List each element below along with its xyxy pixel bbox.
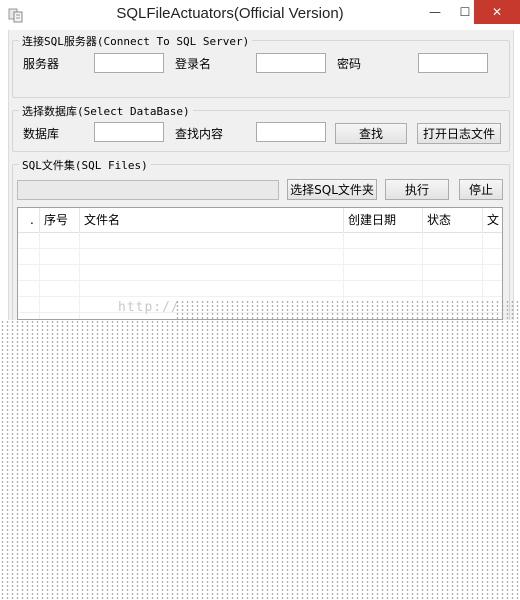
password-input[interactable] (418, 53, 488, 73)
server-input[interactable] (94, 53, 164, 73)
open-log-button[interactable]: 打开日志文件 (417, 123, 501, 144)
grid-header: . 序号 文件名 创建日期 状态 文 (18, 208, 502, 233)
table-row[interactable] (18, 248, 502, 265)
connect-group-legend: 连接SQL服务器(Connect To SQL Server) (19, 33, 253, 49)
folder-path-field[interactable] (17, 180, 279, 200)
table-row[interactable] (18, 280, 502, 297)
col-filename[interactable]: 文件名 (80, 208, 344, 232)
connect-group: 连接SQL服务器(Connect To SQL Server) 服务器 登录名 … (12, 33, 510, 98)
col-more[interactable]: 文 (483, 208, 502, 232)
find-button[interactable]: 查找 (335, 123, 407, 144)
col-seq[interactable]: 序号 (40, 208, 80, 232)
login-input[interactable] (256, 53, 326, 73)
minimize-button[interactable]: — (420, 0, 450, 24)
execute-button[interactable]: 执行 (385, 179, 449, 200)
col-status[interactable]: 状态 (423, 208, 483, 232)
col-row-indicator[interactable]: . (18, 208, 40, 232)
col-create-date[interactable]: 创建日期 (344, 208, 423, 232)
watermark-text: http:// (118, 300, 180, 315)
database-group: 选择数据库(Select DataBase) 数据库 查找内容 查找 打开日志文… (12, 103, 510, 152)
title-bar[interactable]: SQLFileActuators(Official Version) — ☐ ✕ (0, 0, 520, 30)
login-label: 登录名 (175, 57, 212, 71)
dotted-overlay (0, 320, 520, 600)
grid-divider (79, 232, 80, 319)
password-label: 密码 (337, 57, 362, 71)
database-input[interactable] (94, 122, 164, 142)
files-group-legend: SQL文件集(SQL Files) (19, 157, 151, 173)
server-label: 服务器 (23, 57, 60, 71)
grid-divider (39, 232, 40, 319)
close-button[interactable]: ✕ (474, 0, 520, 24)
search-input[interactable] (256, 122, 326, 142)
database-group-legend: 选择数据库(Select DataBase) (19, 103, 193, 119)
client-area: 连接SQL服务器(Connect To SQL Server) 服务器 登录名 … (8, 30, 514, 321)
app-window: SQLFileActuators(Official Version) — ☐ ✕… (0, 0, 520, 600)
app-icon (8, 8, 23, 23)
search-label: 查找内容 (175, 127, 224, 141)
stop-button[interactable]: 停止 (459, 179, 503, 200)
dotted-overlay-top (175, 300, 520, 320)
database-label: 数据库 (23, 127, 60, 141)
table-row[interactable] (18, 264, 502, 281)
table-row[interactable] (18, 232, 502, 249)
window-title: SQLFileActuators(Official Version) (116, 5, 344, 22)
select-folder-button[interactable]: 选择SQL文件夹 (287, 179, 377, 200)
